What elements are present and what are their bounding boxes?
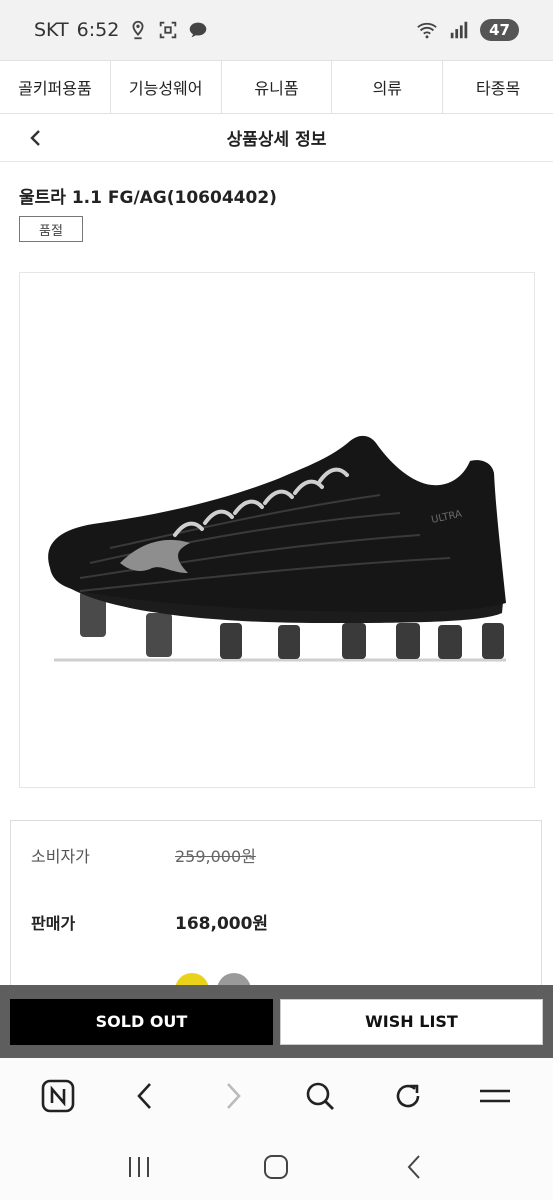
menu-icon — [480, 1089, 511, 1103]
recent-apps-icon — [128, 1157, 149, 1177]
category-tabs: 골키퍼용품 기능성웨어 유니폼 의류 타종목 — [0, 60, 553, 114]
status-right: 47 — [416, 19, 519, 41]
tab-goalkeeper[interactable]: 골키퍼용품 — [0, 61, 111, 113]
tab-other-sports[interactable]: 타종목 — [443, 61, 553, 113]
wish-list-button[interactable]: WISH LIST — [280, 998, 543, 1045]
home-icon — [264, 1155, 289, 1179]
wifi-icon — [417, 22, 437, 39]
chevron-left-icon — [30, 130, 40, 146]
browser-search-button[interactable] — [298, 1074, 342, 1118]
back-icon — [407, 1155, 420, 1179]
search-icon — [306, 1082, 335, 1110]
title-bar: 상품상세 정보 — [0, 114, 553, 162]
browser-menu-button[interactable] — [473, 1074, 517, 1118]
status-left: SKT 6:52 — [34, 19, 209, 41]
refresh-icon — [396, 1084, 420, 1108]
tab-uniform[interactable]: 유니폼 — [222, 61, 333, 113]
sold-out-button[interactable]: SOLD OUT — [10, 998, 273, 1045]
system-nav-bar — [0, 1134, 553, 1200]
tab-functional-wear[interactable]: 기능성웨어 — [111, 61, 222, 113]
browser-back-button[interactable] — [123, 1074, 167, 1118]
product-image[interactable]: ULTRA — [19, 272, 535, 788]
sale-price-row: 판매가 168,000원 — [31, 909, 269, 935]
consumer-price-value: 259,000원 — [175, 847, 256, 866]
tab-clothing[interactable]: 의류 — [332, 61, 444, 113]
chat-icon — [190, 22, 207, 38]
sale-price-label: 판매가 — [31, 913, 76, 933]
price-box: 소비자가 259,000원 판매가 168,000원 — [10, 820, 542, 1010]
browser-refresh-button[interactable] — [386, 1074, 430, 1118]
home-button[interactable] — [256, 1147, 296, 1187]
product-name: 울트라 1.1 FG/AG(10604402) — [19, 188, 277, 208]
location-icon — [132, 20, 144, 40]
naver-home-icon — [41, 1079, 75, 1113]
action-bar: SOLD OUT WISH LIST — [0, 985, 553, 1058]
clock: 6:52 — [76, 19, 120, 41]
browser-nav-bar — [0, 1058, 553, 1134]
back-button[interactable] — [24, 126, 46, 150]
status-badge: 품절 — [19, 216, 83, 242]
screenshot-icon — [160, 21, 177, 39]
status-bar: SKT 6:52 47 — [0, 0, 553, 60]
browser-forward-button[interactable] — [211, 1074, 255, 1118]
sale-price-value: 168,000원 — [175, 914, 269, 934]
cleat-illustration: ULTRA — [48, 435, 507, 662]
carrier-label: SKT — [34, 19, 69, 41]
consumer-price-row: 소비자가 259,000원 — [31, 843, 256, 867]
system-back-button[interactable] — [394, 1147, 434, 1187]
naver-home-button[interactable] — [36, 1074, 80, 1118]
signal-icon — [450, 21, 468, 39]
battery-indicator: 47 — [480, 19, 519, 41]
page-title: 상품상세 정보 — [226, 130, 327, 150]
back-arrow-icon — [137, 1083, 152, 1109]
recent-apps-button[interactable] — [119, 1147, 159, 1187]
forward-arrow-icon — [226, 1083, 241, 1109]
consumer-price-label: 소비자가 — [31, 847, 90, 866]
